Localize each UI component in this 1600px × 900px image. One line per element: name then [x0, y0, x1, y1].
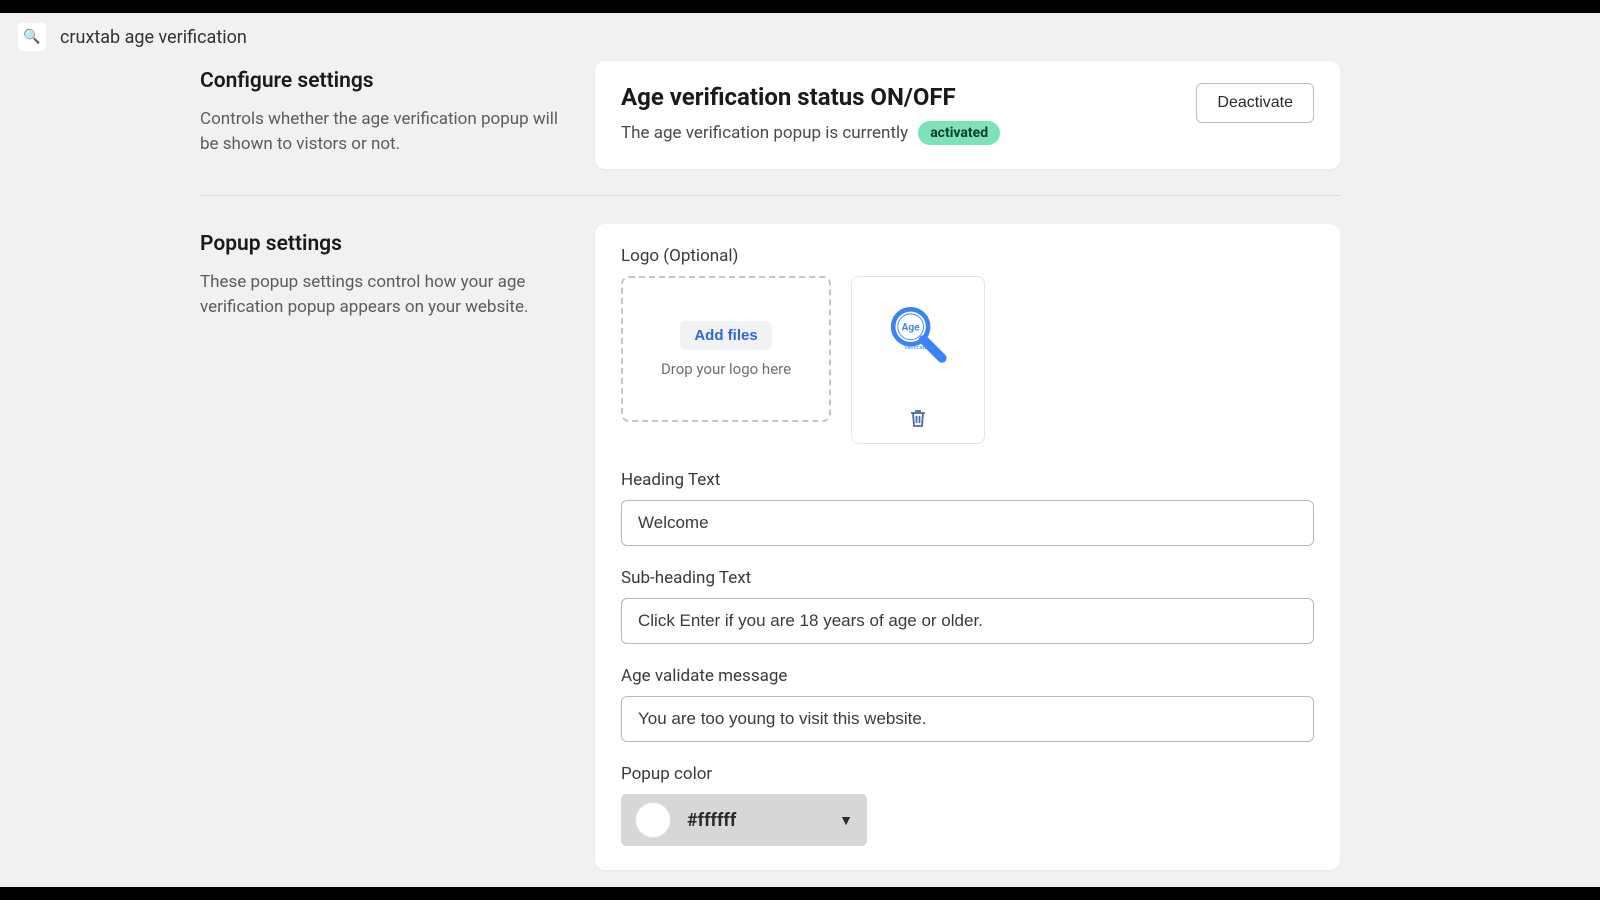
subheading-text-label: Sub-heading Text	[621, 568, 1314, 588]
drop-hint: Drop your logo here	[661, 360, 791, 378]
popup-settings-card: Logo (Optional) Add files Drop your logo…	[595, 224, 1340, 870]
configure-description: Controls whether the age verification po…	[200, 107, 565, 156]
add-files-button[interactable]: Add files	[680, 321, 771, 350]
status-text: The age verification popup is currently	[621, 123, 908, 143]
popup-color-picker[interactable]: #ffffff ▼	[621, 794, 867, 846]
popup-settings-section: Popup settings These popup settings cont…	[200, 232, 565, 319]
section-divider	[200, 195, 1340, 196]
deactivate-button[interactable]: Deactivate	[1196, 83, 1314, 123]
validate-message-label: Age validate message	[621, 666, 1314, 686]
letterbox-bottom	[0, 887, 1600, 900]
configure-section: Configure settings Controls whether the …	[200, 69, 565, 156]
status-title: Age verification status ON/OFF	[621, 83, 1000, 111]
app-logo-icon: 🔍	[18, 23, 46, 51]
letterbox-top	[0, 0, 1600, 13]
popup-color-label: Popup color	[621, 764, 1314, 784]
delete-logo-button[interactable]	[909, 408, 927, 433]
logo-label: Logo (Optional)	[621, 246, 1314, 266]
app-header: 🔍 cruxtab age verification	[0, 13, 1600, 61]
heading-text-input[interactable]	[621, 500, 1314, 546]
validate-message-input[interactable]	[621, 696, 1314, 742]
popup-settings-heading: Popup settings	[200, 232, 565, 256]
heading-text-label: Heading Text	[621, 470, 1314, 490]
svg-text:Age: Age	[902, 322, 921, 333]
status-line: The age verification popup is currently …	[621, 121, 1000, 145]
status-card: Age verification status ON/OFF The age v…	[595, 61, 1340, 169]
chevron-down-icon: ▼	[839, 812, 853, 829]
color-value: #ffffff	[687, 810, 823, 831]
logo-preview: Age Verification	[851, 276, 985, 444]
trash-icon	[909, 408, 927, 428]
configure-heading: Configure settings	[200, 69, 565, 93]
color-swatch	[635, 802, 671, 838]
status-badge: activated	[918, 121, 1000, 145]
logo-dropzone[interactable]: Add files Drop your logo here	[621, 276, 831, 422]
popup-settings-description: These popup settings control how your ag…	[200, 270, 565, 319]
logo-preview-image: Age Verification	[883, 301, 953, 371]
app-title: cruxtab age verification	[60, 27, 247, 48]
search-icon: 🔍	[23, 29, 40, 45]
subheading-text-input[interactable]	[621, 598, 1314, 644]
